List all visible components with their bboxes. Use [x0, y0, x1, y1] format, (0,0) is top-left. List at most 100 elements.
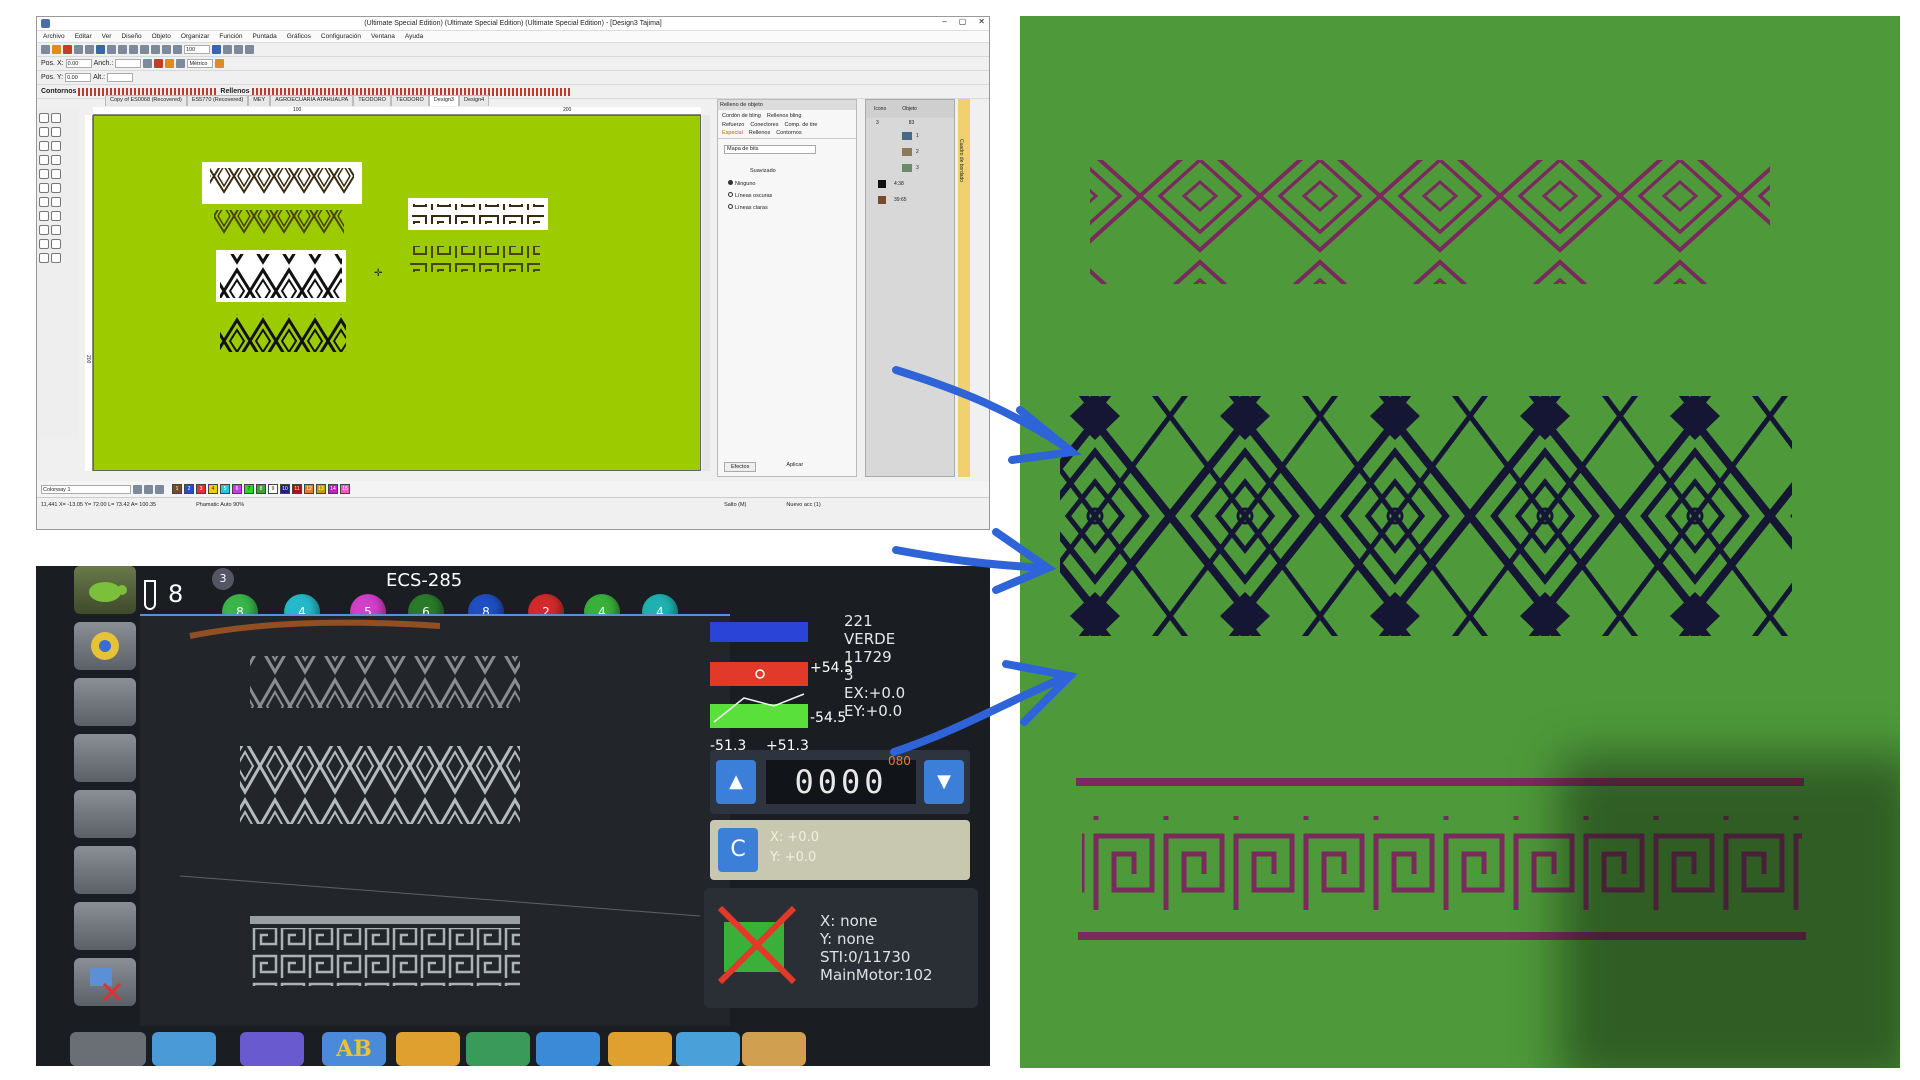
design-canvas[interactable]: ✛	[93, 115, 701, 471]
bottom-tool-button[interactable]	[676, 1032, 740, 1066]
tab-connectors[interactable]: Conectores	[750, 122, 778, 128]
color-swatch[interactable]: 8	[256, 484, 266, 494]
tab-special[interactable]: Especial	[722, 130, 743, 136]
c-button[interactable]: C	[718, 828, 758, 872]
bottom-tool-button[interactable]	[536, 1032, 600, 1066]
color-swatch[interactable]: 14	[328, 484, 338, 494]
fabric-icon[interactable]	[154, 59, 164, 68]
tab-bling-outline[interactable]: Cordón de bling	[722, 113, 761, 119]
bling-tool-icon[interactable]	[39, 225, 49, 235]
counter-down-button[interactable]: ▼	[924, 760, 964, 804]
bottom-tool-button[interactable]	[396, 1032, 460, 1066]
radio-dark-lines[interactable]: Líneas oscuras	[728, 190, 856, 202]
align-icon[interactable]	[176, 59, 186, 68]
side-button[interactable]	[74, 902, 136, 950]
color-swatch[interactable]: 2	[184, 484, 194, 494]
mirror-tool-icon[interactable]	[39, 239, 49, 249]
cancel-design-button[interactable]	[74, 958, 136, 1006]
stitched-pattern-1[interactable]	[214, 210, 344, 234]
bean-tool-icon[interactable]	[51, 197, 61, 207]
menu-ventana[interactable]: Ventana	[371, 33, 395, 40]
object-row[interactable]: 2	[902, 144, 954, 160]
run-tool-icon[interactable]	[39, 197, 49, 207]
bitmap-select[interactable]: Mapa de bits	[724, 145, 816, 154]
close-button[interactable]: ✕	[978, 17, 985, 26]
bottom-tool-button[interactable]	[240, 1032, 304, 1066]
color-swatch[interactable]: 3	[196, 484, 206, 494]
trace-button[interactable]	[74, 622, 136, 670]
object-row[interactable]: 39:65	[878, 192, 954, 208]
fill-tool-icon[interactable]	[51, 183, 61, 193]
color-swatch[interactable]: 7	[244, 484, 254, 494]
canvas-vertical-scrollbar[interactable]	[702, 115, 710, 471]
thread-chart-icon[interactable]	[144, 484, 153, 494]
rotate-tool-icon[interactable]	[51, 239, 61, 249]
tab-bling-fill[interactable]: Rellenos bling	[767, 113, 802, 119]
color-swatch[interactable]: 9	[268, 484, 278, 494]
counter-up-button[interactable]: ▲	[716, 760, 756, 804]
text-tool-button[interactable]: AB	[322, 1032, 386, 1066]
menu-organizar[interactable]: Organizar	[181, 33, 210, 40]
weld-tool-icon[interactable]	[39, 253, 49, 263]
color-swatch[interactable]: 11	[292, 484, 302, 494]
satin-tool-icon[interactable]	[39, 183, 49, 193]
home-icon[interactable]	[41, 45, 50, 54]
zoom-icon[interactable]	[173, 45, 182, 54]
tab-document[interactable]: Design4	[459, 95, 490, 106]
color-swatch[interactable]: 15	[340, 484, 350, 494]
height-field[interactable]	[107, 73, 134, 82]
tab-outlines[interactable]: Contornos	[776, 130, 801, 136]
colorway-select[interactable]: Colorway 1	[41, 484, 131, 494]
menu-editar[interactable]: Editar	[75, 33, 92, 40]
wilcom-icon[interactable]	[52, 45, 61, 54]
zoom-field[interactable]: 100	[184, 45, 210, 54]
bottom-tool-button[interactable]	[152, 1032, 216, 1066]
copy-icon[interactable]	[129, 45, 138, 54]
object-row[interactable]: 1	[902, 128, 954, 144]
menu-graficos[interactable]: Gráficos	[287, 33, 311, 40]
tab-document-active[interactable]: Design3	[428, 95, 459, 106]
stitch-player-icon[interactable]	[245, 45, 254, 54]
tab-document[interactable]: AGROECUARIA ATAHUALPA	[270, 95, 354, 106]
ellipse-tool-icon[interactable]	[39, 169, 49, 179]
side-button[interactable]	[74, 734, 136, 782]
pan-tool-icon[interactable]	[51, 127, 61, 137]
color-swatch[interactable]: 10	[280, 484, 290, 494]
grid-icon[interactable]	[223, 45, 232, 54]
object-row[interactable]: 4:38	[878, 176, 954, 192]
color-swatch[interactable]: 6	[232, 484, 242, 494]
open-folder-icon[interactable]	[85, 45, 94, 54]
stitched-pattern-3[interactable]	[410, 246, 540, 272]
back-button[interactable]	[70, 1032, 146, 1066]
menu-funcion[interactable]: Función	[219, 33, 242, 40]
color-swatch[interactable]: 13	[316, 484, 326, 494]
tab-underlay[interactable]: Refuerzo	[722, 122, 744, 128]
shield-icon[interactable]	[63, 45, 72, 54]
embroidery-frame-side-tab[interactable]: Cuadro de bordado	[958, 99, 970, 477]
needle-icon[interactable]	[165, 59, 175, 68]
zoom-tool-icon[interactable]	[39, 127, 49, 137]
object-row[interactable]: 3	[902, 160, 954, 176]
print-icon[interactable]	[107, 45, 116, 54]
side-button[interactable]	[74, 678, 136, 726]
knife-tool-icon[interactable]	[51, 225, 61, 235]
color-swatch[interactable]: 4	[208, 484, 218, 494]
tab-document[interactable]: Copy of ES0068 (Recovered)	[105, 95, 187, 106]
select-tool-icon[interactable]	[39, 113, 49, 123]
new-file-icon[interactable]	[74, 45, 83, 54]
hoop-icon[interactable]	[234, 45, 243, 54]
menu-objeto[interactable]: Objeto	[152, 33, 171, 40]
side-button[interactable]	[74, 790, 136, 838]
measure-icon[interactable]	[215, 59, 225, 68]
radio-none[interactable]: Ninguno	[728, 178, 856, 190]
color-swatch[interactable]: 5	[220, 484, 230, 494]
polygon-tool-icon[interactable]	[51, 169, 61, 179]
monogram-tool-icon[interactable]	[51, 211, 61, 221]
menu-puntada[interactable]: Puntada	[253, 33, 277, 40]
maximize-button[interactable]: ▢	[959, 17, 967, 26]
color-swatch[interactable]: 12	[304, 484, 314, 494]
menu-ayuda[interactable]: Ayuda	[405, 33, 423, 40]
menu-ver[interactable]: Ver	[102, 33, 112, 40]
tab-fills[interactable]: Rellenos	[749, 130, 770, 136]
save-icon[interactable]	[96, 45, 105, 54]
